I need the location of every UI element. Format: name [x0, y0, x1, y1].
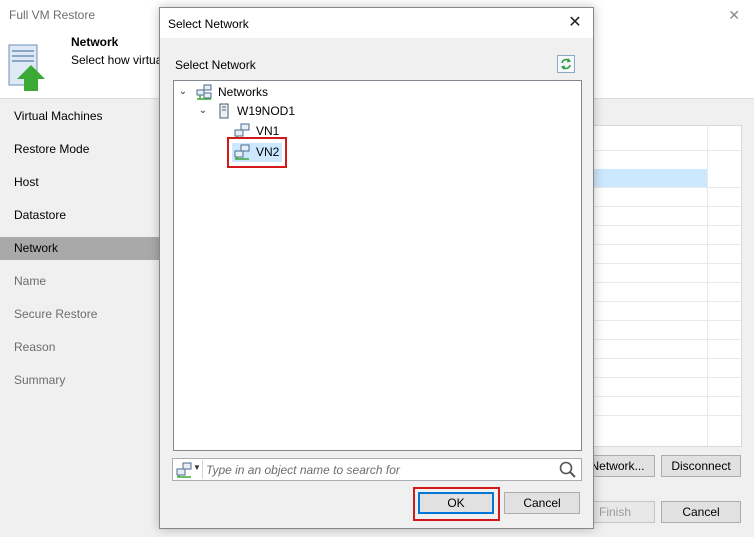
nav-item-virtual-machines[interactable]: Virtual Machines	[0, 105, 159, 128]
nav-item-reason: Reason	[14, 340, 56, 354]
close-icon[interactable]: ✕	[564, 12, 586, 34]
grid-row-line	[594, 282, 741, 283]
tree-node-host[interactable]: ⌄ W19NOD1	[198, 102, 318, 120]
object-type-dropdown[interactable]: ▼	[174, 460, 203, 479]
grid-row-line	[594, 396, 741, 397]
grid-row-line	[594, 225, 741, 226]
dialog-titlebar: Select Network ✕	[160, 8, 593, 38]
network-mapping-grid[interactable]	[594, 125, 742, 447]
dropdown-arrow-icon: ▼	[193, 463, 201, 472]
wizard-title: Full VM Restore	[9, 8, 96, 22]
disconnect-button[interactable]: Disconnect	[661, 455, 741, 477]
search-bar: ▼	[172, 458, 582, 481]
server-icon	[219, 103, 229, 119]
grid-row-line	[594, 150, 741, 151]
refresh-icon[interactable]	[557, 55, 575, 73]
grid-row-line	[594, 244, 741, 245]
search-icon[interactable]	[558, 460, 578, 479]
nav-item-network[interactable]: Network	[0, 237, 159, 260]
cancel-button[interactable]: Cancel	[504, 492, 580, 514]
grid-row-line	[594, 301, 741, 302]
network-group-icon	[196, 84, 212, 100]
tree-label-host: W19NOD1	[237, 104, 296, 118]
grid-column-divider	[707, 126, 708, 446]
search-input[interactable]	[206, 459, 556, 480]
nav-item-summary: Summary	[14, 373, 66, 387]
select-network-label: Select Network	[175, 58, 256, 72]
wizard-cancel-button[interactable]: Cancel	[661, 501, 741, 523]
grid-row-line	[594, 320, 741, 321]
tree-node-networks[interactable]: ⌄ Networks	[178, 83, 298, 101]
wizard-step-subtitle: Select how virtua	[71, 53, 163, 67]
ok-button[interactable]: OK	[418, 492, 494, 514]
wizard-close-icon[interactable]: ✕	[728, 7, 740, 24]
tree-label-networks: Networks	[218, 85, 269, 99]
grid-row-line	[594, 377, 741, 378]
chevron-down-icon[interactable]: ⌄	[178, 83, 188, 101]
grid-selected-row[interactable]	[594, 169, 707, 187]
tree-label-vn2: VN2	[256, 145, 280, 159]
network-filter-icon	[176, 462, 192, 478]
grid-row-line	[594, 206, 741, 207]
grid-row-line	[594, 358, 741, 359]
nav-item-secure-restore: Secure Restore	[14, 307, 98, 321]
wizard-step-nav: Virtual Machines Restore Mode Host Datas…	[0, 99, 159, 489]
restore-vm-icon	[8, 44, 45, 91]
network-tree[interactable]: ⌄ Networks ⌄ W19NOD1 VN1 VN2	[173, 80, 582, 451]
nav-item-host[interactable]: Host	[0, 171, 159, 194]
select-network-dialog: Select Network ✕ Select Network ⌄ Networ…	[159, 7, 594, 529]
chevron-down-icon[interactable]: ⌄	[198, 102, 208, 120]
nav-item-datastore[interactable]: Datastore	[0, 204, 159, 227]
grid-row-line	[594, 339, 741, 340]
grid-row-line	[594, 187, 741, 188]
grid-row-line	[594, 415, 741, 416]
nav-item-name: Name	[14, 274, 47, 288]
tree-node-vn2[interactable]: VN2	[234, 143, 284, 161]
grid-row-line	[594, 263, 741, 264]
dialog-title: Select Network	[168, 17, 249, 31]
virtual-network-icon	[234, 144, 250, 160]
wizard-step-title: Network	[71, 35, 119, 49]
nav-item-restore-mode[interactable]: Restore Mode	[0, 138, 159, 161]
